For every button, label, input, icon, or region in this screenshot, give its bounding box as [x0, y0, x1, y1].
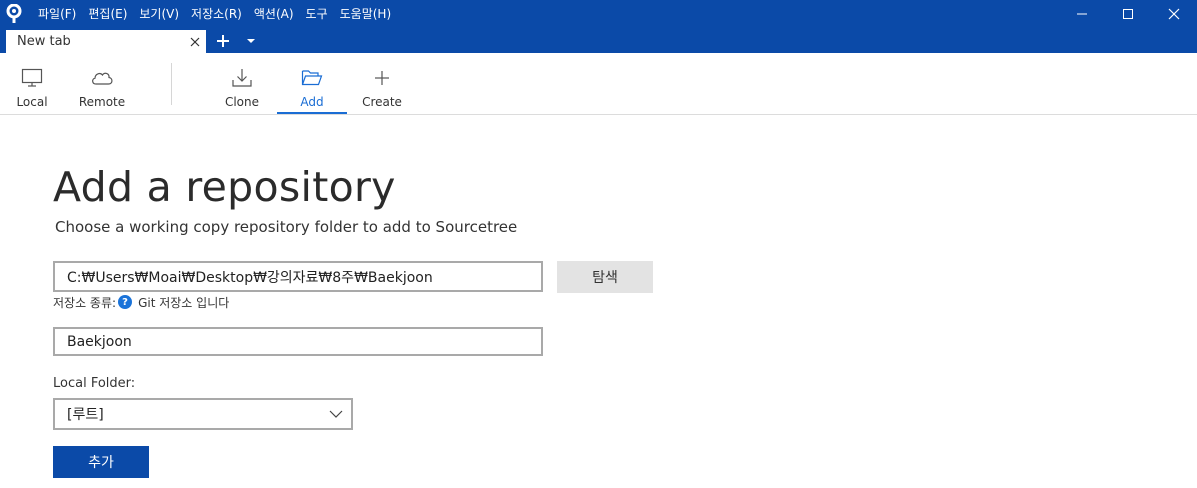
menu-bar: 파일(F) 편집(E) 보기(V) 저장소(R) 액션(A) 도구 도움말(H) — [28, 0, 397, 28]
tab-list-dropdown[interactable] — [242, 30, 260, 52]
minimize-button[interactable] — [1059, 0, 1105, 28]
maximize-button[interactable] — [1105, 0, 1151, 28]
close-icon — [190, 37, 200, 46]
tab-new-tab[interactable]: New tab — [6, 30, 206, 53]
tab-bar: New tab — [0, 28, 1197, 53]
minimize-icon — [1077, 13, 1087, 15]
cloud-icon — [90, 63, 114, 93]
help-icon[interactable]: ? — [118, 295, 133, 309]
plus-icon — [217, 35, 229, 47]
tab-label: New tab — [17, 34, 71, 49]
tab-close-button[interactable] — [184, 30, 206, 53]
add-label: Add — [300, 95, 324, 109]
bookmark-name-input[interactable] — [53, 327, 543, 356]
menu-repository[interactable]: 저장소(R) — [185, 0, 248, 28]
local-button[interactable]: Local — [12, 53, 52, 114]
clone-button[interactable]: Clone — [220, 53, 264, 114]
create-label: Create — [362, 95, 402, 109]
folder-open-icon — [301, 63, 323, 93]
local-folder-label: Local Folder: — [53, 376, 136, 391]
browse-button[interactable]: 탐색 — [557, 261, 653, 293]
menu-edit[interactable]: 편집(E) — [82, 0, 133, 28]
download-icon — [231, 63, 253, 93]
menu-view[interactable]: 보기(V) — [133, 0, 185, 28]
page-subtitle: Choose a working copy repository folder … — [55, 218, 518, 236]
window-controls — [1059, 0, 1197, 28]
local-label: Local — [16, 95, 48, 109]
chevron-down-icon — [329, 410, 343, 418]
add-repository-button[interactable]: 추가 — [53, 446, 149, 478]
local-folder-selected-value: [루트] — [67, 407, 104, 423]
menu-help[interactable]: 도움말(H) — [334, 0, 398, 28]
add-tab-button[interactable]: Add — [277, 53, 347, 114]
menu-tools[interactable]: 도구 — [300, 0, 334, 28]
sourcetree-logo-icon[interactable] — [0, 0, 28, 28]
new-tab-button[interactable] — [212, 30, 234, 52]
repository-type-info: 저장소 종류: ? Git 저장소 입니다 — [53, 294, 229, 310]
create-button[interactable]: Create — [360, 53, 404, 114]
repository-type-value: Git 저장소 입니다 — [138, 295, 230, 310]
page-title: Add a repository — [53, 163, 396, 211]
add-repository-panel: Add a repository Choose a working copy r… — [0, 115, 1197, 488]
remote-button[interactable]: Remote — [74, 53, 130, 114]
menu-file[interactable]: 파일(F) — [28, 0, 82, 28]
remote-label: Remote — [78, 95, 126, 109]
close-button[interactable] — [1151, 0, 1197, 28]
local-folder-select[interactable]: [루트] — [53, 398, 353, 430]
caret-down-icon — [247, 39, 255, 43]
maximize-icon — [1123, 9, 1133, 19]
clone-label: Clone — [224, 95, 260, 109]
repository-type-label: 저장소 종류: — [53, 295, 117, 310]
menu-actions[interactable]: 액션(A) — [248, 0, 300, 28]
repository-path-input[interactable] — [53, 261, 543, 292]
toolbar-divider — [171, 63, 172, 105]
close-icon — [1168, 8, 1180, 20]
title-bar: 파일(F) 편집(E) 보기(V) 저장소(R) 액션(A) 도구 도움말(H) — [0, 0, 1197, 28]
plus-icon — [373, 63, 391, 93]
monitor-icon — [21, 63, 43, 93]
toolbar: Local Remote Clone Add Create — [0, 53, 1197, 115]
